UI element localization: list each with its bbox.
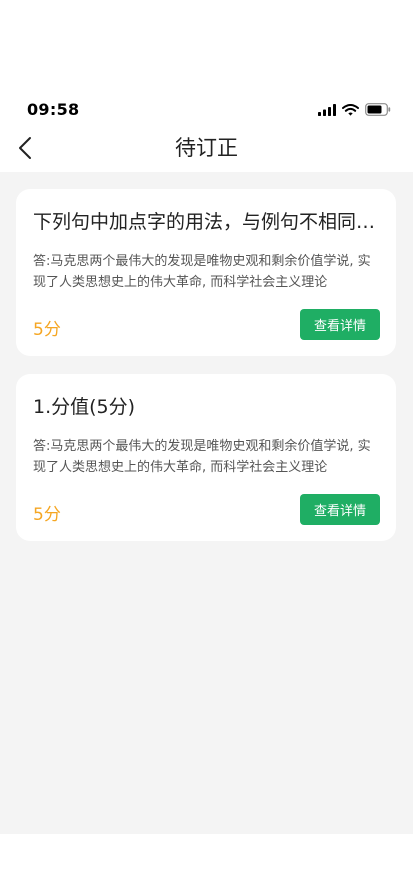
score-label: 5分 xyxy=(33,505,61,525)
status-bar: 09:58 xyxy=(0,96,413,126)
nav-bar: 待订正 xyxy=(0,126,413,172)
view-details-button[interactable]: 查看详情 xyxy=(300,494,380,525)
wifi-icon xyxy=(342,103,359,116)
signal-icon xyxy=(318,103,336,116)
correction-card: 1.分值(5分) 答:马克思两个最伟大的发现是唯物史观和剩余价值学说, 实现了人… xyxy=(16,374,396,541)
score-label: 5分 xyxy=(33,320,61,340)
answer-text: 答:马克思两个最伟大的发现是唯物史观和剩余价值学说, 实现了人类思想史上的伟大革… xyxy=(33,439,371,475)
status-icons xyxy=(318,103,391,116)
battery-icon xyxy=(365,103,391,116)
content-area: 下列句中加点字的用法，与例句不相同的一项是 答:马克思两个最伟大的发现是唯物史观… xyxy=(0,172,413,834)
status-time: 09:58 xyxy=(27,100,80,119)
answer-text: 答:马克思两个最伟大的发现是唯物史观和剩余价值学说, 实现了人类思想史上的伟大革… xyxy=(33,254,371,290)
page-title: 待订正 xyxy=(175,136,238,160)
correction-card: 下列句中加点字的用法，与例句不相同的一项是 答:马克思两个最伟大的发现是唯物史观… xyxy=(16,189,396,356)
question-title: 下列句中加点字的用法，与例句不相同的一项是 xyxy=(33,211,378,233)
question-title: 1.分值(5分) xyxy=(33,396,136,418)
view-details-button[interactable]: 查看详情 xyxy=(300,309,380,340)
